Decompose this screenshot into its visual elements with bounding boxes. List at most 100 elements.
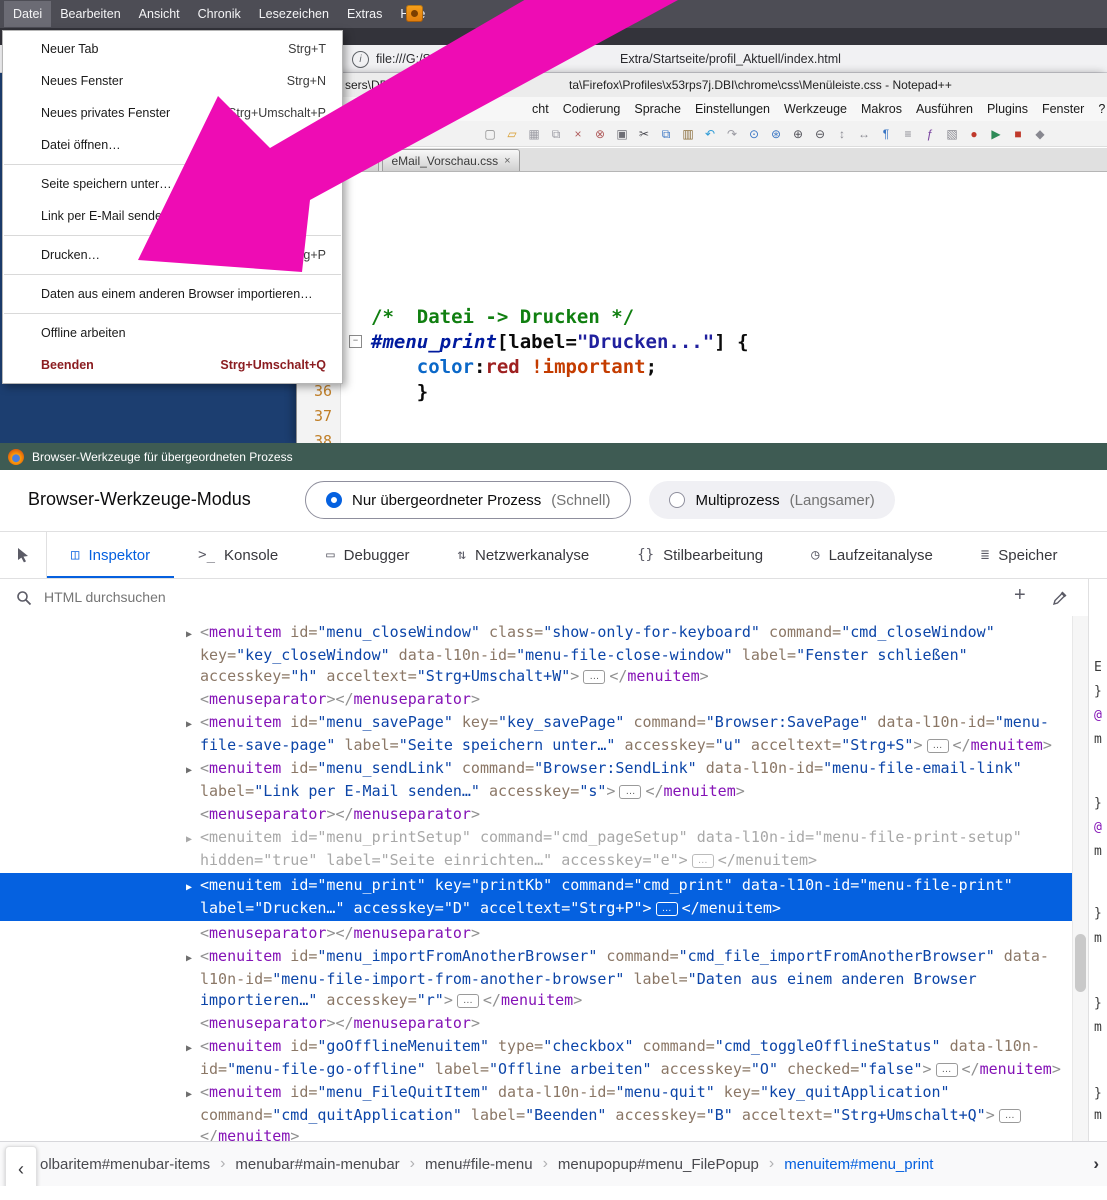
editor-tab[interactable]: eMail_Vorschau.css×	[382, 149, 519, 171]
devtools-tab-netzwerkanalyse[interactable]: ⇅Netzwerkanalyse	[434, 532, 614, 578]
sync-horizontal-icon[interactable]: ↔	[855, 126, 873, 142]
markup-node[interactable]: <menuseparator></menuseparator>	[0, 923, 1072, 944]
close-all-icon[interactable]: ⊗	[591, 126, 609, 142]
notepadpp-titlebar[interactable]: sers\DBI ta\Firefox\Profiles\x53rps7j.DB…	[297, 73, 1107, 98]
markup-node[interactable]: <menuseparator></menuseparator>	[0, 1013, 1072, 1034]
find-icon[interactable]: ⊙	[745, 126, 763, 142]
mode-option[interactable]: Nur übergeordneter Prozess(Schnell)	[305, 481, 631, 519]
markup-node[interactable]: ▶<menuitem id="menu_printSetup" command=…	[0, 827, 1072, 871]
toolbox-titlebar[interactable]: Browser-Werkzeuge für übergeordneten Pro…	[0, 443, 1107, 470]
devtools-tab-konsole[interactable]: >_Konsole	[174, 532, 302, 578]
mode-option[interactable]: Multiprozess(Langsamer)	[649, 481, 894, 519]
menu-chronik[interactable]: Chronik	[189, 1, 250, 27]
menu-sprache[interactable]: Sprache	[627, 102, 688, 116]
close-icon[interactable]: ×	[569, 126, 587, 142]
menu-ausführen[interactable]: Ausführen	[909, 102, 980, 116]
element-picker-button[interactable]	[0, 532, 47, 578]
undo-icon[interactable]: ↶	[701, 126, 719, 142]
sync-vertical-icon[interactable]: ↕	[833, 126, 851, 142]
eyedropper-icon[interactable]	[1052, 589, 1069, 606]
breadcrumb-item[interactable]: olbaritem#menubar-items	[40, 1156, 210, 1173]
devtools-tab-laufzeitanalyse[interactable]: ◷Laufzeitanalyse	[787, 532, 957, 578]
page-info-icon[interactable]: i	[352, 51, 369, 68]
open-file-icon[interactable]: ▱	[503, 126, 521, 142]
code-editor[interactable]: 363738 − /* Datei -> Drucken */#menu_pri…	[297, 173, 1107, 443]
redo-icon[interactable]: ↷	[723, 126, 741, 142]
menu-bearbeiten[interactable]: Bearbeiten	[51, 1, 129, 27]
copy-icon[interactable]: ⧉	[657, 126, 675, 142]
menu-item[interactable]: Daten aus einem anderen Browser importie…	[3, 278, 342, 310]
macro-save-icon[interactable]: ◆	[1031, 126, 1049, 142]
print-icon[interactable]: ▣	[613, 126, 631, 142]
new-file-icon[interactable]: ▢	[481, 126, 499, 142]
markup-node[interactable]: ▶<menuitem id="menu_importFromAnotherBro…	[0, 946, 1072, 1011]
breadcrumb-scroll-right-button[interactable]: ›	[1093, 1154, 1099, 1174]
menu-ansicht[interactable]: Ansicht	[130, 1, 189, 27]
zoom-out-icon[interactable]: ⊖	[811, 126, 829, 142]
add-node-button[interactable]: +	[1014, 584, 1026, 607]
function-list-icon[interactable]: ƒ	[921, 126, 939, 142]
menu-lesezeichen[interactable]: Lesezeichen	[250, 1, 338, 27]
menu-item[interactable]: Offline arbeiten	[3, 317, 342, 349]
css-code[interactable]: /* Datei -> Drucken */#menu_print[label=…	[371, 305, 749, 405]
markup-node[interactable]: <menuseparator></menuseparator>	[0, 689, 1072, 710]
menu-extras[interactable]: Extras	[338, 1, 391, 27]
fold-marker-icon[interactable]: −	[349, 335, 362, 348]
radio-icon[interactable]	[326, 492, 342, 508]
breadcrumb-item[interactable]: menu#file-menu	[425, 1156, 533, 1173]
cut-icon[interactable]: ✂	[635, 126, 653, 142]
show-all-characters-icon[interactable]: ¶	[877, 126, 895, 142]
devtools-tab-speicher[interactable]: ≣Speicher	[957, 532, 1082, 578]
save-icon[interactable]: ▦	[525, 126, 543, 142]
markup-node[interactable]: ▶<menuitem id="goOfflineMenuitem" type="…	[0, 1036, 1072, 1080]
macro-record-icon[interactable]: ●	[965, 126, 983, 142]
menu-item[interactable]: Neues privates FensterStrg+Umschalt+P	[3, 97, 342, 129]
menu-?[interactable]: ?	[1091, 102, 1107, 116]
menu-item[interactable]: Drucken…Strg+P	[3, 239, 342, 271]
breadcrumb-item[interactable]: menupopup#menu_FilePopup	[558, 1156, 759, 1173]
radio-icon[interactable]	[669, 492, 685, 508]
menu-codierung[interactable]: Codierung	[556, 102, 628, 116]
tab-close-icon[interactable]: ×	[364, 155, 370, 167]
addon-icon[interactable]	[406, 5, 423, 22]
markup-node[interactable]: ▶<menuitem id="menu_savePage" key="key_s…	[0, 712, 1072, 756]
menu-fenster[interactable]: Fenster	[1035, 102, 1091, 116]
devtools-tab-inspektor[interactable]: ◫Inspektor	[47, 532, 174, 578]
document-map-icon[interactable]: ▧	[943, 126, 961, 142]
search-input[interactable]: HTML durchsuchen	[44, 589, 166, 605]
breadcrumb-item[interactable]: menubar#main-menubar	[235, 1156, 399, 1173]
menu-item[interactable]: Seite speichern unter…Strg+S	[3, 168, 342, 200]
devtools-tab-debugger[interactable]: ▭Debugger	[302, 532, 433, 578]
menu-item[interactable]: Link per E-Mail senden…	[3, 200, 342, 232]
menu-werkzeuge[interactable]: Werkzeuge	[777, 102, 854, 116]
breadcrumb-item[interactable]: menuitem#menu_print	[784, 1156, 933, 1173]
menu-makros[interactable]: Makros	[854, 102, 909, 116]
breadcrumb-scroll-left-button[interactable]: ‹	[5, 1146, 37, 1186]
markup-node[interactable]: <menuseparator></menuseparator>	[0, 804, 1072, 825]
markup-node[interactable]: ▶<menuitem id="menu_closeWindow" class="…	[0, 622, 1072, 687]
markup-node[interactable]: ▶<menuitem id="menu_FileQuitItem" data-l…	[0, 1082, 1072, 1141]
replace-icon[interactable]: ⊛	[767, 126, 785, 142]
tab-close-icon[interactable]: ×	[504, 155, 510, 167]
macro-play-icon[interactable]: ▶	[987, 126, 1005, 142]
menu-plugins[interactable]: Plugins	[980, 102, 1035, 116]
menu-datei[interactable]: Datei	[4, 1, 51, 27]
save-all-icon[interactable]: ⧉	[547, 126, 565, 142]
editor-tab[interactable]: s×	[343, 149, 379, 171]
menu-item[interactable]: Datei öffnen…Strg+O	[3, 129, 342, 161]
menu-item[interactable]: Neues FensterStrg+N	[3, 65, 342, 97]
devtools-tab-stilbearbeitung[interactable]: {}Stilbearbeitung	[613, 532, 787, 578]
word-wrap-icon[interactable]: ≡	[899, 126, 917, 142]
markup-node[interactable]: ▶<menuitem id="menu_sendLink" command="B…	[0, 758, 1072, 802]
scrollbar[interactable]	[1072, 616, 1088, 1141]
scrollbar-thumb[interactable]	[1075, 934, 1086, 992]
menu-item[interactable]: Neuer TabStrg+T	[3, 33, 342, 65]
markup-node[interactable]: ▶<menuitem id="menu_print" key="printKb"…	[0, 873, 1072, 921]
search-bar[interactable]: HTML durchsuchen +	[0, 579, 1107, 618]
paste-icon[interactable]: ▥	[679, 126, 697, 142]
menu-einstellungen[interactable]: Einstellungen	[688, 102, 777, 116]
macro-stop-icon[interactable]: ■	[1009, 126, 1027, 142]
menu-cht[interactable]: cht	[525, 102, 556, 116]
zoom-in-icon[interactable]: ⊕	[789, 126, 807, 142]
menu-item[interactable]: BeendenStrg+Umschalt+Q	[3, 349, 342, 381]
